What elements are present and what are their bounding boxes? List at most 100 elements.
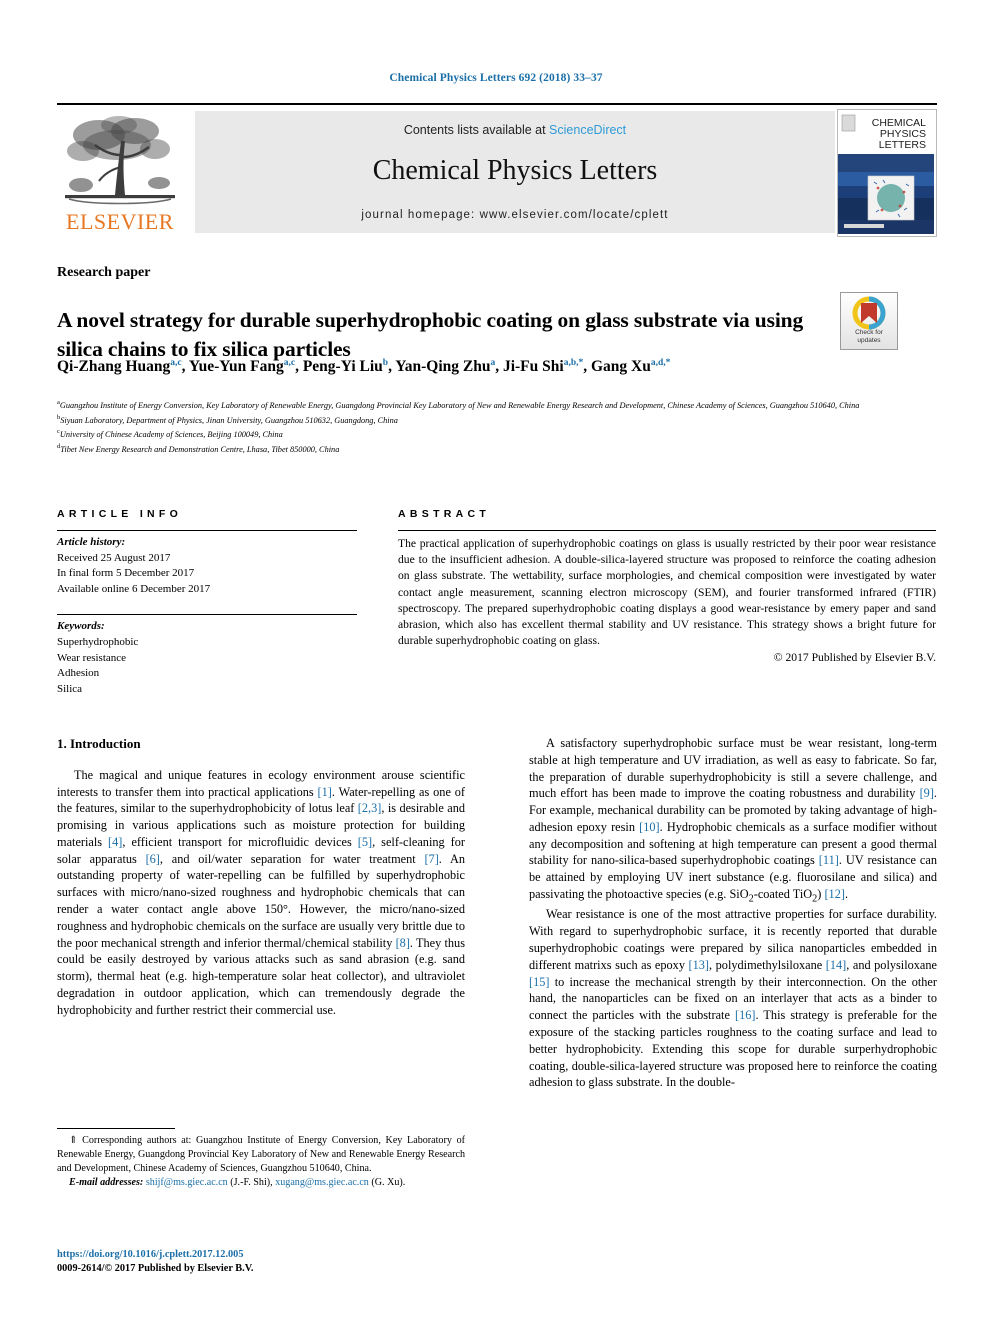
journal-cover-thumbnail: CHEMICAL PHYSICS LETTERS [837, 109, 937, 237]
article-info-block: ARTICLE INFO Article history: Received 2… [57, 508, 357, 697]
page-title: A novel strategy for durable superhydrop… [57, 308, 804, 361]
journal-article-page: Chemical Physics Letters 692 (2018) 33–3… [0, 0, 992, 1323]
author-name: Gang Xu [591, 358, 651, 376]
keyword-item: Adhesion [57, 667, 100, 680]
issn-copyright-line: 0009-2614/© 2017 Published by Elsevier B… [57, 1262, 254, 1274]
article-category: Research paper [57, 265, 151, 280]
journal-banner: Contents lists available at ScienceDirec… [195, 111, 835, 233]
citation-ref[interactable]: [10] [639, 820, 660, 834]
contents-prefix: Contents lists available at [403, 123, 550, 137]
running-head: Chemical Physics Letters 692 (2018) 33–3… [389, 72, 603, 84]
citation-ref[interactable]: [12] [824, 887, 845, 901]
keywords-items: Superhydrophobic Wear resistance Adhesion S… [57, 635, 357, 697]
affiliation-item: aGuangzhou Institute of Energy Conversio… [57, 399, 860, 410]
citation-ref[interactable]: [8] [396, 936, 410, 950]
author-affiliation-marker: a,d,* [650, 358, 671, 368]
footnote-rule [57, 1128, 175, 1129]
citation-ref[interactable]: [16] [735, 1008, 756, 1022]
author-affiliation-marker: a [490, 358, 496, 368]
left-column-paragraphs: The magical and unique features in ecolo… [57, 767, 465, 1019]
body-paragraph: A satisfactory superhydrophobic surface … [529, 736, 938, 905]
crossmark-line2: updates [857, 337, 881, 345]
affiliation-item: bSiyuan Laboratory, Department of Physic… [57, 413, 398, 425]
email-addresses-note: E-mail addresses: shijf@ms.giec.ac.cn (J… [57, 1176, 465, 1190]
affiliation-item: dTibet New Energy Research and Demonstra… [57, 442, 340, 454]
affiliation-marker: d [57, 442, 61, 450]
right-column-paragraphs: A satisfactory superhydrophobic surface … [529, 735, 937, 1091]
crossmark-label: Check for updates [841, 329, 897, 345]
article-history-item: Available online 6 December 2017 [57, 582, 211, 595]
citation-ref[interactable]: [1] [318, 785, 332, 799]
email-link-1[interactable]: shijf@ms.giec.ac.cn [146, 1177, 228, 1188]
corresponding-author-note: ⇑ Corresponding authors at: Guangzhou In… [57, 1135, 465, 1175]
author-list: Qi-Zhang Huanga,c, Yue-Yun Fanga,c, Peng… [57, 358, 671, 376]
abstract-text: The practical application of superhydrop… [398, 537, 936, 648]
section-heading-introduction: 1. Introduction [57, 736, 141, 751]
article-info-heading: ARTICLE INFO [57, 508, 183, 520]
body-column-left: 1. Introduction The magical and unique f… [57, 735, 465, 1018]
chemical-formula: SiO2 [729, 887, 754, 905]
citation-ref[interactable]: [14] [826, 958, 847, 972]
crossmark-line1: Check for [855, 329, 883, 337]
article-history-item: Received 25 August 2017 [57, 551, 171, 564]
sciencedirect-link[interactable]: ScienceDirect [549, 123, 626, 137]
article-history-items: Received 25 August 2017 In final form 5 D… [57, 551, 357, 598]
author-name: Ji-Fu Shi [502, 358, 564, 376]
elsevier-logo: ELSEVIER [59, 111, 181, 233]
affiliation-marker: a [57, 399, 60, 406]
journal-masthead: ELSEVIER Contents lists available at Sci… [57, 103, 937, 237]
affiliation-item: cUniversity of Chinese Academy of Scienc… [57, 428, 283, 439]
author-name: Yan-Qing Zhu [395, 358, 491, 376]
article-history: Article history: Received 25 August 2017… [57, 531, 357, 597]
author-affiliation-marker: a,c [170, 358, 182, 368]
citation-ref[interactable]: [9] [920, 786, 934, 800]
abstract-block: ABSTRACT The practical application of su… [398, 508, 936, 664]
affiliation-marker: b [57, 413, 61, 421]
author-affiliation-marker: a,c [283, 358, 296, 368]
body-column-right: A satisfactory superhydrophobic surface … [529, 735, 937, 1091]
citation-ref[interactable]: [4] [108, 835, 122, 849]
keyword-item: Silica [57, 682, 83, 695]
author-affiliation-marker: b [382, 358, 389, 368]
citation-ref[interactable]: [7] [424, 852, 438, 866]
footnote-block: ⇑ Corresponding authors at: Guangzhou In… [57, 1128, 465, 1191]
email-owner-2: (G. Xu). [371, 1177, 406, 1189]
keyword-item: Wear resistance [57, 651, 127, 664]
affiliation-marker: c [57, 428, 60, 436]
keywords-label: Keywords: [57, 620, 105, 633]
citation-ref[interactable]: [13] [689, 958, 710, 972]
citation-ref[interactable]: [2,3] [358, 801, 382, 815]
elsevier-tree-icon [65, 116, 175, 205]
citation-ref[interactable]: [5] [358, 835, 372, 849]
journal-homepage[interactable]: journal homepage: www.elsevier.com/locat… [195, 209, 835, 221]
citation-ref[interactable]: [11] [819, 853, 839, 867]
keyword-item: Superhydrophobic [57, 636, 139, 649]
contents-available-line: Contents lists available at ScienceDirec… [195, 123, 835, 137]
email-owner-1: (J.-F. Shi), [230, 1177, 273, 1189]
email-link-2[interactable]: xugang@ms.giec.ac.cn [275, 1177, 369, 1188]
email-label: E-mail addresses: [69, 1177, 144, 1189]
keywords-block: Keywords: Superhydrophobic Wear resistanc… [57, 615, 357, 697]
citation-ref[interactable]: [15] [529, 975, 550, 989]
body-paragraph: Wear resistance is one of the most attra… [529, 907, 937, 1090]
elsevier-wordmark: ELSEVIER [66, 209, 174, 234]
abstract-heading: ABSTRACT [398, 508, 491, 520]
article-history-item: In final form 5 December 2017 [57, 567, 195, 580]
abstract-copyright: © 2017 Published by Elsevier B.V. [773, 650, 936, 664]
svg-text:LETTERS: LETTERS [879, 139, 926, 151]
crossmark-badge[interactable]: Check for updates [840, 292, 898, 350]
doi-block: https://doi.org/10.1016/j.cplett.2017.12… [57, 1248, 465, 1276]
author-affiliation-marker: a,b,* [563, 358, 584, 368]
crossmark-icon [852, 296, 886, 330]
cover-art-icon: CHEMICAL PHYSICS LETTERS [838, 110, 934, 234]
journal-title: Chemical Physics Letters [372, 155, 658, 186]
author-name: Qi-Zhang Huang [57, 358, 171, 376]
author-name: Yue-Yun Fang [188, 358, 284, 376]
article-history-label: Article history: [57, 536, 126, 548]
chemical-formula: TiO2 [792, 887, 818, 905]
doi-link[interactable]: https://doi.org/10.1016/j.cplett.2017.12… [57, 1248, 465, 1262]
body-paragraph: The magical and unique features in ecolo… [57, 767, 466, 1017]
citation-ref[interactable]: [6] [146, 852, 160, 866]
author-name: Peng-Yi Liu [302, 358, 383, 376]
